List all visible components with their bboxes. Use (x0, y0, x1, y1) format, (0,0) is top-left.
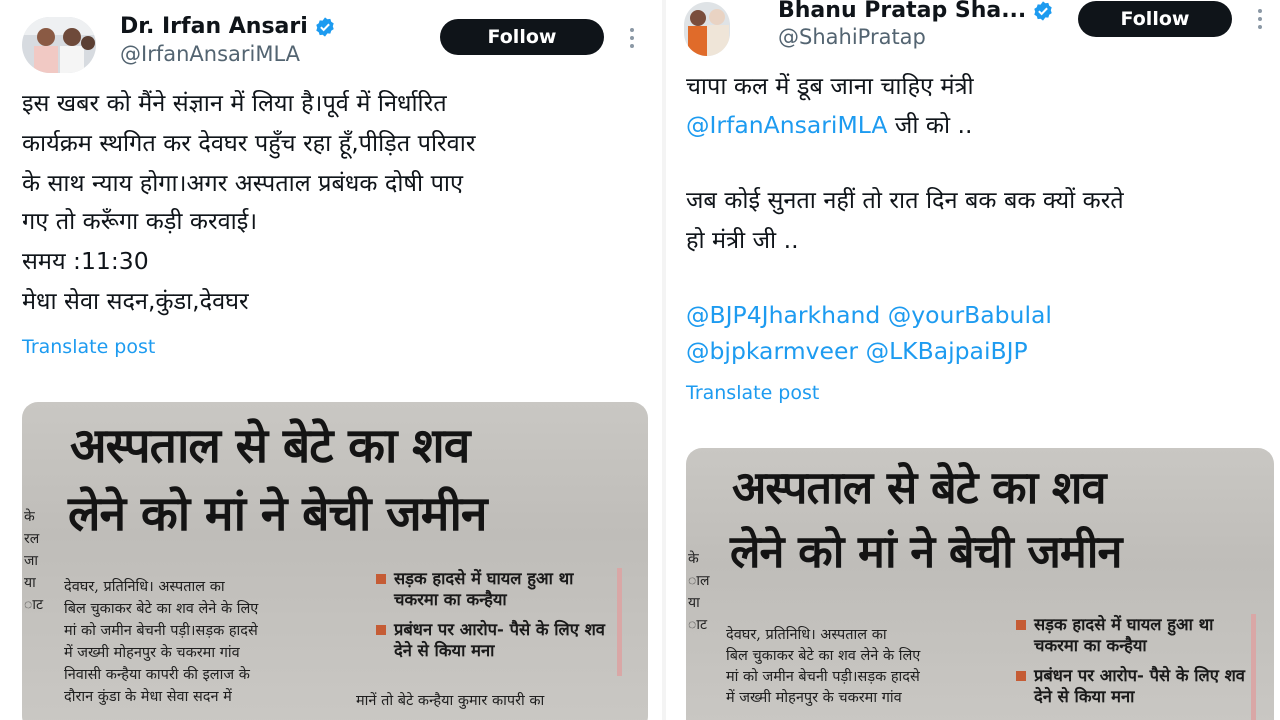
article-body-line: निवासी कन्हैया कापरी की इलाज के (64, 667, 250, 683)
newspaper-headline: अस्पताल से बेटे का शव (732, 461, 1107, 514)
more-vertical-icon[interactable] (1258, 9, 1264, 29)
square-bullet-icon (376, 624, 386, 635)
article-body-line: मानें तो बेटे कन्हैया कुमार कापरी का (356, 693, 545, 709)
mentions-line: @BJP4Jharkhand @yourBabulal (686, 301, 1052, 329)
newspaper-headline: अस्पताल से बेटे का शव (70, 418, 470, 474)
highlight-item: सड़क हादसे में घायल हुआ था चकरमा का कन्ह… (376, 568, 617, 611)
article-body-line: मां को जमीन बेचनी पड़ी।सड़क हादसे (726, 669, 920, 685)
tweet-text-line: समय :11:30 (22, 247, 149, 275)
mention-link[interactable]: @yourBabulal (888, 301, 1052, 329)
column-fragment: के ाल या ाट (688, 551, 710, 633)
tweet-text-line: हो मंत्री जी .. (686, 226, 799, 254)
article-highlight-box: सड़क हादसे में घायल हुआ था चकरमा का कन्ह… (1016, 614, 1256, 720)
highlight-item: सड़क हादसे में घायल हुआ था चकरमा का कन्ह… (1016, 614, 1251, 657)
tweet-text-line: @IrfanAnsariMLA जी को .. (686, 111, 973, 139)
square-bullet-icon (376, 574, 386, 584)
tweet-right: Bhanu Pratap Sha... @ShahiPratap Follow … (668, 0, 1280, 720)
article-body-line: देवघर, प्रतिनिधि। अस्पताल का (726, 627, 887, 643)
mention-link[interactable]: @IrfanAnsariMLA (686, 111, 887, 139)
column-fragment: के रल जा या ाट (24, 509, 43, 613)
avatar[interactable] (684, 2, 730, 56)
tweet-text-line: मेधा सेवा सदन,कुंडा,देवघर (22, 287, 249, 315)
more-vertical-icon[interactable] (630, 28, 636, 48)
author-name-row: Bhanu Pratap Sha... (778, 0, 1054, 23)
column-divider (662, 0, 666, 720)
tweet-text-line: चापा कल में डूब जाना चाहिए मंत्री (686, 72, 974, 100)
newspaper-headline: लेने को मां ने बेची जमीन (68, 486, 488, 542)
article-body-line: दौरान कुंडा के मेधा सेवा सदन में (64, 689, 232, 705)
article-body-line: में जख्मी मोहनपुर के चकरमा गांव (64, 645, 240, 661)
author-handle[interactable]: @IrfanAnsariMLA (120, 42, 300, 66)
tweet-text-line: के साथ न्याय होगा।अगर अस्पताल प्रबंधक दो… (22, 169, 464, 197)
avatar-photo (684, 2, 730, 56)
verified-badge-icon (1032, 0, 1054, 22)
mention-link[interactable]: @bjpkarmveer (686, 337, 858, 365)
mentions-line: @bjpkarmveer @LKBajpaiBJP (686, 337, 1028, 365)
author-handle[interactable]: @ShahiPratap (778, 25, 926, 49)
highlight-item: प्रबंधन पर आरोप- पैसे के लिए शव देने से … (376, 619, 617, 662)
tweet-text-line: कार्यक्रम स्थगित कर देवघर पहुँच रहा हूँ,… (22, 129, 476, 157)
article-body-line: में जख्मी मोहनपुर के चकरमा गांव (726, 690, 902, 706)
avatar-photo (22, 17, 96, 73)
tweet-text-line: इस खबर को मैंने संज्ञान में लिया है।पूर्… (22, 89, 447, 117)
tweet-text-line: जब कोई सुनता नहीं तो रात दिन बक बक क्यों… (686, 186, 1124, 214)
avatar[interactable] (22, 17, 96, 73)
tweet-text-line: गए तो करूँगा कड़ी करवाई। (22, 207, 258, 235)
author-name-row: Dr. Irfan Ansari (120, 14, 336, 39)
mention-link[interactable]: @BJP4Jharkhand (686, 301, 880, 329)
translate-post-link[interactable]: Translate post (22, 336, 155, 358)
verified-badge-icon (314, 16, 336, 38)
follow-button[interactable]: Follow (1078, 1, 1232, 37)
square-bullet-icon (1016, 620, 1026, 630)
tweet-left: Dr. Irfan Ansari @IrfanAnsariMLA Follow … (0, 0, 660, 720)
follow-button[interactable]: Follow (440, 19, 604, 55)
mention-link[interactable]: @LKBajpaiBJP (866, 337, 1028, 365)
newspaper-headline: लेने को मां ने बेची जमीन (730, 525, 1122, 578)
article-body-line: बिल चुकाकर बेटे का शव लेने के लिए (726, 648, 921, 664)
square-bullet-icon (1016, 670, 1026, 681)
tweet-media-image[interactable]: अस्पताल से बेटे का शव लेने को मां ने बेच… (22, 402, 648, 720)
article-body-line: मां को जमीन बेचनी पड़ी।सड़क हादसे (64, 623, 258, 639)
article-body-line: बिल चुकाकर बेटे का शव लेने के लिए (64, 601, 259, 617)
highlight-item: प्रबंधन पर आरोप- पैसे के लिए शव देने से … (1016, 665, 1251, 708)
tweet-media-image[interactable]: अस्पताल से बेटे का शव लेने को मां ने बेच… (686, 448, 1274, 720)
translate-post-link[interactable]: Translate post (686, 382, 819, 404)
author-name[interactable]: Dr. Irfan Ansari (120, 14, 308, 39)
author-name[interactable]: Bhanu Pratap Sha... (778, 0, 1026, 23)
article-body-line: देवघर, प्रतिनिधि। अस्पताल का (64, 579, 225, 595)
article-highlight-box: सड़क हादसे में घायल हुआ था चकरमा का कन्ह… (376, 568, 622, 676)
